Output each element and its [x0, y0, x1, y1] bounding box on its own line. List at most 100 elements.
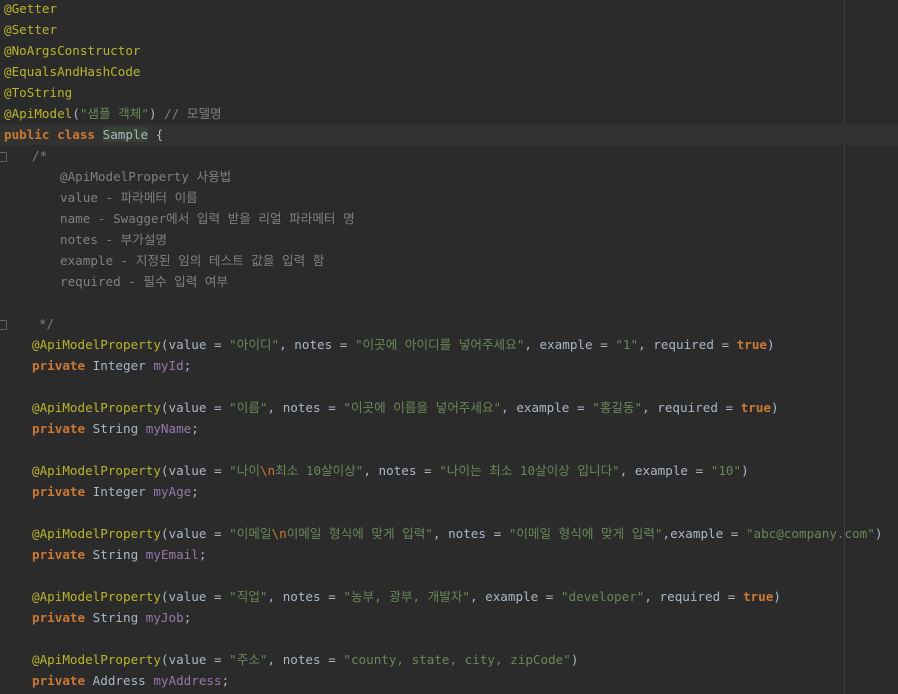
type-token: String: [92, 547, 139, 562]
arg-key-token: required: [657, 400, 718, 415]
arg-key-token: value: [168, 463, 207, 478]
type-token: Integer: [92, 358, 146, 373]
code-line-property-annotation[interactable]: @ApiModelProperty(value = "이름", notes = …: [4, 397, 898, 418]
code-line-property-annotation[interactable]: @ApiModelProperty(value = "이메일\n이메일 형식에 …: [4, 523, 898, 544]
field-name-token: myName: [145, 421, 192, 436]
code-line-annotation[interactable]: @ToString: [4, 82, 898, 103]
string-token: 이메일 형식에 맞게 입력": [286, 526, 433, 541]
field-name-token: myAge: [153, 484, 192, 499]
code-line-field-decl[interactable]: private Integer myAge;: [4, 481, 898, 502]
annotation-token: @ApiModelProperty: [32, 589, 161, 604]
code-line-field-decl[interactable]: private String myJob;: [4, 607, 898, 628]
string-token: "이메일: [229, 526, 272, 541]
code-line-comment[interactable]: value - 파라메터 이름: [4, 187, 898, 208]
string-token: "나이: [229, 463, 260, 478]
string-token: "이곳에 이름을 넣어주세요": [343, 400, 502, 415]
code-line-annotation[interactable]: @NoArgsConstructor: [4, 40, 898, 61]
comment-token: // 모델명: [164, 106, 222, 121]
string-token: "1": [615, 337, 639, 352]
keyword-token: private: [32, 673, 86, 688]
field-name-token: myId: [153, 358, 184, 373]
code-line-annotation[interactable]: @Setter: [4, 19, 898, 40]
code-line-annotation[interactable]: @EqualsAndHashCode: [4, 61, 898, 82]
type-token: Address: [92, 673, 146, 688]
string-token: "이곳에 아이디를 넣어주세요": [354, 337, 525, 352]
field-name-token: myEmail: [145, 547, 199, 562]
string-token: "developer": [560, 589, 645, 604]
arg-key-token: value: [168, 652, 207, 667]
brace-token: {: [148, 127, 164, 142]
string-token: "10": [710, 463, 742, 478]
keyword-token: private: [32, 421, 86, 436]
keyword-token: private: [32, 358, 86, 373]
code-line-property-annotation[interactable]: @ApiModelProperty(value = "직업", notes = …: [4, 586, 898, 607]
type-token: Integer: [92, 484, 146, 499]
type-token: String: [92, 610, 139, 625]
code-line-field-decl[interactable]: private String myEmail;: [4, 544, 898, 565]
code-line-field-decl[interactable]: private String myName;: [4, 418, 898, 439]
code-line-comment[interactable]: name - Swagger에서 입력 받을 리얼 파라메터 명: [4, 208, 898, 229]
string-token: "이름": [229, 400, 268, 415]
comment-token: /*: [32, 148, 48, 163]
annotation-token: @ApiModelProperty: [32, 337, 161, 352]
annotation-token: @Getter: [4, 1, 58, 16]
annotation-token: @ApiModelProperty: [32, 463, 161, 478]
arg-key-token: example: [634, 463, 688, 478]
annotation-token: @Setter: [4, 22, 58, 37]
arg-key-token: required: [659, 589, 721, 604]
arg-key-token: notes: [282, 652, 321, 667]
string-token: "나이는 최소 10살이상 입니다": [439, 463, 620, 478]
string-token: "홍길동": [592, 400, 643, 415]
code-line-field-decl[interactable]: private Integer myId;: [4, 355, 898, 376]
code-line-field-decl[interactable]: private Address myAddress;: [4, 670, 898, 691]
arg-key-token: notes: [282, 400, 321, 415]
comment-token: required - 필수 입력 여부: [60, 274, 229, 289]
type-token: String: [92, 421, 139, 436]
code-line-comment[interactable]: @ApiModelProperty 사용법: [4, 166, 898, 187]
annotation-token: @EqualsAndHashCode: [4, 64, 141, 79]
code-line-comment[interactable]: notes - 부가설명: [4, 229, 898, 250]
class-name-token: Sample: [102, 127, 149, 142]
comment-token: name - Swagger에서 입력 받을 리얼 파라메터 명: [60, 211, 355, 226]
arg-key-token: example: [670, 526, 724, 541]
code-line-comment-open[interactable]: /*: [4, 145, 898, 166]
escape-token: \n: [271, 526, 287, 541]
annotation-token: @ApiModel: [4, 106, 73, 121]
arg-key-token: value: [168, 400, 207, 415]
arg-key-token: notes: [448, 526, 486, 541]
code-line-class-decl[interactable]: public class Sample {: [0, 124, 898, 145]
code-line-annotation[interactable]: @Getter: [4, 0, 898, 19]
arg-key-token: example: [485, 589, 539, 604]
code-line-property-annotation[interactable]: @ApiModelProperty(value = "주소", notes = …: [4, 649, 898, 670]
comment-token: example - 지정된 임의 테스트 값을 입력 함: [60, 253, 325, 268]
keyword-token: true: [742, 589, 774, 604]
arg-key-token: example: [516, 400, 570, 415]
code-line-comment[interactable]: required - 필수 입력 여부: [4, 271, 898, 292]
string-token: "주소": [229, 652, 268, 667]
code-line-comment-close[interactable]: */: [4, 313, 898, 334]
code-editor[interactable]: @Getter @Setter @NoArgsConstructor @EqualsA…: [0, 0, 898, 694]
arg-key-token: required: [653, 337, 714, 352]
code-line-property-annotation[interactable]: @ApiModelProperty(value = "나이\n최소 10살이상"…: [4, 460, 898, 481]
field-name-token: myAddress: [153, 673, 222, 688]
string-token: "county, state, city, zipCode": [343, 652, 571, 667]
string-token: "이메일 형식에 맞게 입력": [508, 526, 663, 541]
comment-token: notes - 부가설명: [60, 232, 168, 247]
comment-token: */: [39, 316, 55, 331]
arg-key-token: notes: [378, 463, 417, 478]
arg-key-token: notes: [294, 337, 333, 352]
string-token: "직업": [229, 589, 268, 604]
code-line-property-annotation[interactable]: @ApiModelProperty(value = "아이디", notes =…: [4, 334, 898, 355]
string-token: 최소 10살이상": [275, 463, 364, 478]
comment-token: @ApiModelProperty 사용법: [60, 169, 232, 184]
code-line-comment[interactable]: example - 지정된 임의 테스트 값을 입력 함: [4, 250, 898, 271]
string-token: "농부, 광부, 개발자": [343, 589, 470, 604]
keyword-token: true: [740, 400, 772, 415]
arg-key-token: value: [168, 526, 207, 541]
annotation-token: @ApiModelProperty: [32, 652, 161, 667]
string-token: "abc@company.com": [745, 526, 875, 541]
code-line-apimodel[interactable]: @ApiModel("샘플 객체") // 모델명: [4, 103, 898, 124]
annotation-token: @ApiModelProperty: [32, 526, 161, 541]
annotation-token: @ToString: [4, 85, 73, 100]
keyword-token: class: [57, 127, 96, 142]
